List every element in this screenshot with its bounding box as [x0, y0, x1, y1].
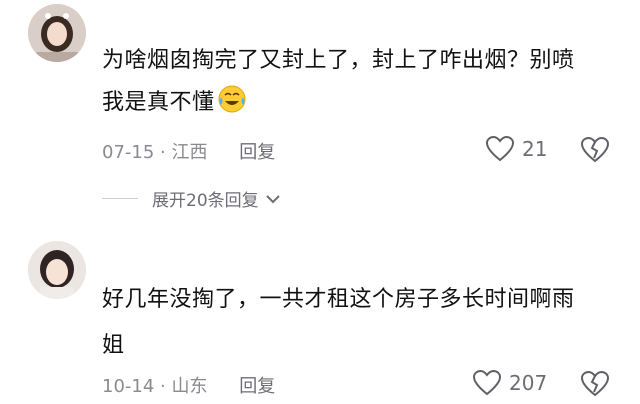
crying-laughing-emoji-icon	[218, 85, 246, 113]
separator: ·	[160, 142, 166, 163]
expand-replies-label: 展开20条回复	[152, 191, 259, 211]
like-count: 207	[509, 371, 548, 395]
comment-location: 山东	[171, 376, 208, 397]
dislike-broken-heart-icon[interactable]	[581, 370, 609, 398]
comment-date: 07-15	[102, 142, 155, 163]
comment-meta: 07-15 · 江西 回复	[102, 138, 275, 164]
comment-text-line-1: 为啥烟囱掏完了又封上了，封上了咋出烟？别喷	[102, 48, 575, 73]
comment-text: 为啥烟囱掏完了又封上了，封上了咋出烟？别喷 我是真不懂	[102, 40, 612, 124]
reply-button[interactable]: 回复	[239, 142, 275, 163]
divider	[102, 198, 138, 199]
avatar[interactable]	[28, 241, 86, 299]
expand-replies-button[interactable]: 展开20条回复	[102, 186, 281, 211]
avatar[interactable]	[28, 4, 86, 62]
like-count: 21	[522, 137, 548, 161]
reply-button[interactable]: 回复	[239, 376, 275, 397]
comment-text-line-2: 姐	[102, 333, 125, 358]
heart-icon	[486, 136, 514, 162]
comment-meta: 10-14 · 山东 回复	[102, 372, 275, 398]
like-button[interactable]: 207	[473, 370, 547, 396]
avatar-image	[28, 241, 86, 299]
comment-text: 好几年没掏了，一共才租这个房子多长时间啊雨 姐	[102, 279, 612, 367]
like-button[interactable]: 21	[486, 136, 547, 162]
chevron-down-icon	[265, 194, 280, 203]
avatar-image	[28, 4, 86, 62]
comment-text-line-2: 我是真不懂	[102, 90, 215, 115]
comment-location: 江西	[171, 142, 208, 163]
heart-icon	[473, 370, 501, 396]
separator: ·	[160, 376, 166, 397]
dislike-broken-heart-icon[interactable]	[581, 136, 609, 164]
comment-text-line-1: 好几年没掏了，一共才租这个房子多长时间啊雨	[102, 287, 575, 312]
comment-date: 10-14	[102, 376, 155, 397]
